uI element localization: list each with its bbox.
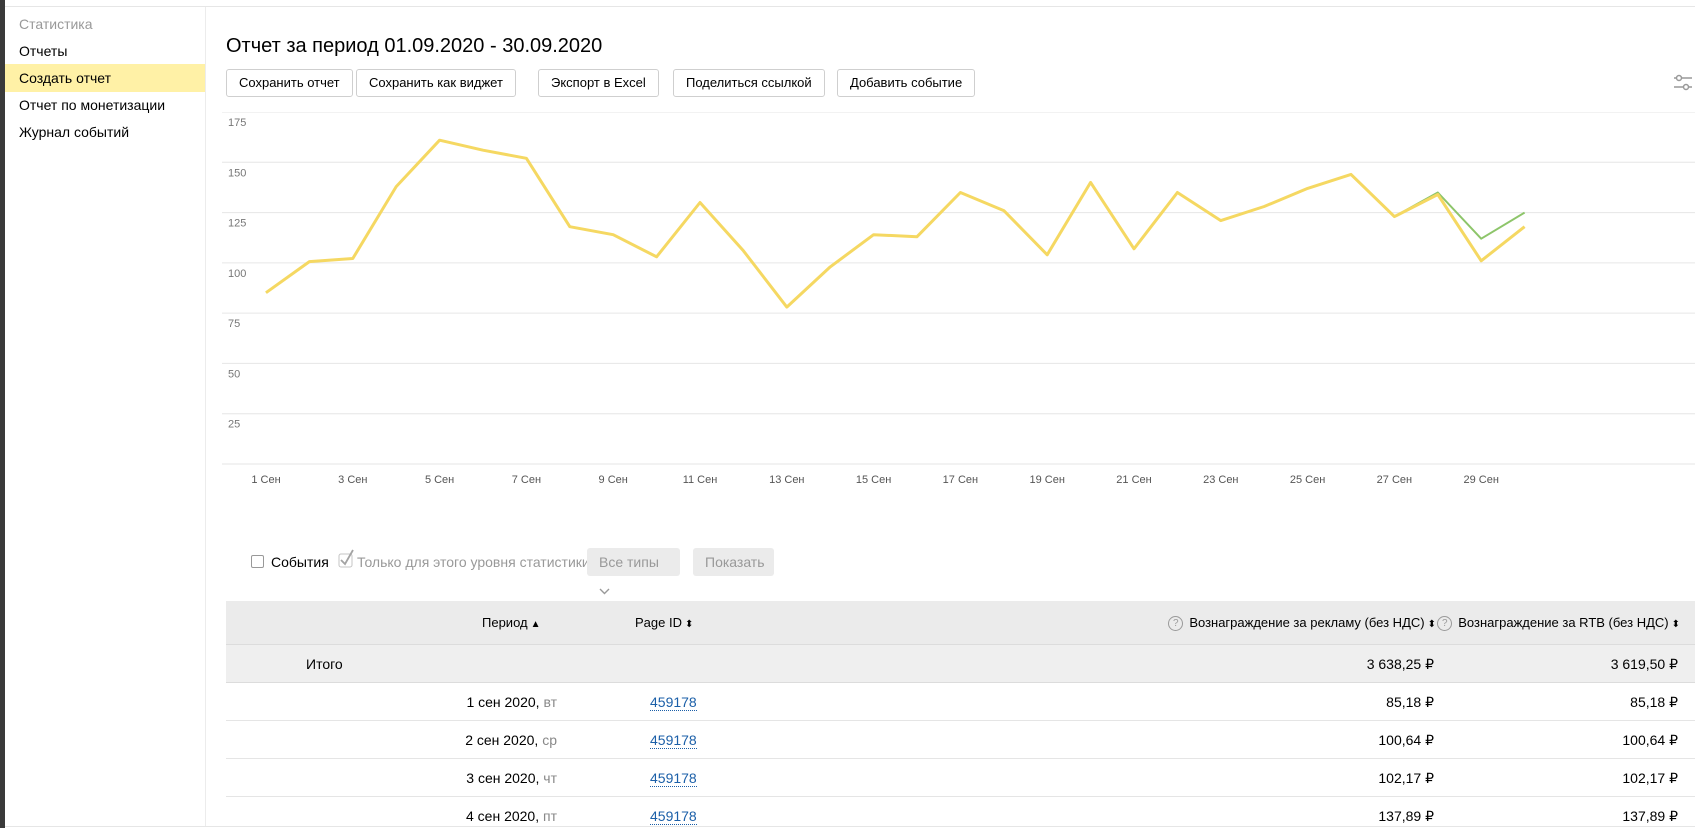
x-tick-label: 21 Сен xyxy=(1116,474,1151,486)
x-tick-label: 7 Сен xyxy=(512,474,541,486)
y-tick-label: 75 xyxy=(228,318,240,330)
weekday-text: чт xyxy=(543,770,557,786)
date-text: 3 сен 2020 xyxy=(466,770,536,786)
total-label: Итого xyxy=(306,656,343,672)
ad-reward-cell: 137,89 ₽ xyxy=(1378,808,1434,824)
period-cell: 3 сен 2020, чт xyxy=(466,770,557,786)
sidebar: Статистика Отчеты Создать отчет Отчет по… xyxy=(5,7,206,826)
x-tick-label: 19 Сен xyxy=(1029,474,1064,486)
x-tick-label: 3 Сен xyxy=(338,474,367,486)
x-tick-label: 17 Сен xyxy=(943,474,978,486)
series-line-secondary xyxy=(265,139,1526,309)
export-excel-button[interactable]: Экспорт в Excel xyxy=(538,69,659,97)
total-ad-reward: 3 638,25 ₽ xyxy=(1366,656,1434,672)
page-id-link[interactable]: 459178 xyxy=(650,695,697,711)
ad-reward-cell: 85,18 ₽ xyxy=(1386,694,1434,710)
ad-reward-header-label: Вознаграждение за рекламу (без НДС) xyxy=(1189,615,1425,630)
table-header: Период ▲ Page ID ⬍ ? Вознаграждение за рекл… xyxy=(226,601,1695,645)
y-tick-label: 25 xyxy=(228,419,240,431)
total-row: Итого 3 638,25 ₽ 3 619,50 ₽ xyxy=(226,645,1695,683)
top-divider xyxy=(5,6,1695,7)
event-types-select[interactable]: Все типы xyxy=(587,548,680,595)
x-tick-label: 27 Сен xyxy=(1377,474,1412,486)
ad-reward-cell: 102,17 ₽ xyxy=(1378,770,1434,786)
sidebar-title: Статистика xyxy=(19,16,93,32)
events-checkbox-label[interactable]: События xyxy=(271,554,329,570)
date-text: 4 сен 2020 xyxy=(465,808,536,824)
chevron-down-icon xyxy=(599,576,610,604)
checkmark-icon xyxy=(338,548,354,568)
sidebar-item-reports[interactable]: Отчеты xyxy=(5,37,205,65)
sidebar-item-event-log[interactable]: Журнал событий xyxy=(5,118,205,146)
sort-icon: ⬍ xyxy=(684,619,694,630)
page-title: Отчет за период 01.09.2020 - 30.09.2020 xyxy=(226,35,603,57)
show-events-button[interactable]: Показать xyxy=(693,548,774,576)
x-tick-label: 15 Сен xyxy=(856,474,891,486)
rtb-reward-cell: 102,17 ₽ xyxy=(1622,770,1678,786)
rtb-reward-cell: 137,89 ₽ xyxy=(1622,808,1678,824)
save-as-widget-button[interactable]: Сохранить как виджет xyxy=(356,69,516,97)
sidebar-item-monetization-report[interactable]: Отчет по монетизации xyxy=(5,91,205,119)
sliders-icon[interactable] xyxy=(1672,72,1692,94)
events-controls: События Только для этого уровня статисти… xyxy=(226,548,1026,595)
period-cell: 1 сен 2020, вт xyxy=(466,694,557,710)
events-checkbox[interactable] xyxy=(251,555,264,568)
level-only-checkbox-label[interactable]: Только для этого уровня статистики xyxy=(357,554,590,570)
x-tick-label: 5 Сен xyxy=(425,474,454,486)
date-text: 1 сен 2020 xyxy=(466,694,536,710)
x-tick-label: 25 Сен xyxy=(1290,474,1325,486)
sort-asc-icon: ▲ xyxy=(530,619,541,630)
weekday-text: пт xyxy=(543,808,557,824)
page-id-header-label: Page ID xyxy=(635,615,682,630)
x-tick-label: 11 Сен xyxy=(683,474,718,486)
y-tick-label: 175 xyxy=(228,117,246,129)
table-row: 4 сен 2020, пт 459178 137,89 ₽ 137,89 ₽ xyxy=(226,797,1695,835)
period-cell: 2 сен 2020, ср xyxy=(465,732,557,748)
table-row: 1 сен 2020, вт 459178 85,18 ₽ 85,18 ₽ xyxy=(226,683,1695,721)
weekday-text: ср xyxy=(542,732,557,748)
help-icon[interactable]: ? xyxy=(1437,616,1453,631)
x-tick-label: 1 Сен xyxy=(251,474,280,486)
rtb-reward-column-header[interactable]: ? Вознаграждение за RTB (без НДС) ⬍ xyxy=(1437,615,1680,631)
sidebar-item-create-report[interactable]: Создать отчет xyxy=(5,64,205,92)
period-header-label: Период xyxy=(482,615,528,630)
revenue-line-chart: 25 50 75 100 125 150 175 1 Сен 3 Сен 5 Сен 7 Сен 9 … xyxy=(222,112,1695,486)
ad-reward-column-header[interactable]: ? Вознаграждение за рекламу (без НДС) ⬍ xyxy=(1168,615,1436,631)
help-icon[interactable]: ? xyxy=(1168,616,1184,631)
series-line-primary xyxy=(265,138,1526,309)
ad-reward-cell: 100,64 ₽ xyxy=(1378,732,1434,748)
x-tick-label: 29 Сен xyxy=(1463,474,1498,486)
weekday-text: вт xyxy=(543,694,557,710)
x-tick-label: 13 Сен xyxy=(769,474,804,486)
y-tick-label: 125 xyxy=(228,218,246,230)
period-column-header[interactable]: Период ▲ xyxy=(482,615,541,630)
save-report-button[interactable]: Сохранить отчет xyxy=(226,69,353,97)
total-rtb-reward: 3 619,50 ₽ xyxy=(1610,656,1678,672)
event-types-label: Все типы xyxy=(599,554,659,570)
y-tick-label: 100 xyxy=(228,268,246,280)
add-event-button[interactable]: Добавить событие xyxy=(837,69,976,97)
share-link-button[interactable]: Поделиться ссылкой xyxy=(673,69,825,97)
y-tick-label: 50 xyxy=(228,368,240,380)
page-id-column-header[interactable]: Page ID ⬍ xyxy=(635,615,693,630)
rtb-reward-cell: 100,64 ₽ xyxy=(1622,732,1678,748)
sort-icon: ⬍ xyxy=(1671,619,1680,630)
page-id-link[interactable]: 459178 xyxy=(650,809,697,825)
x-tick-label: 23 Сен xyxy=(1203,474,1238,486)
table-row: 2 сен 2020, ср 459178 100,64 ₽ 100,64 ₽ xyxy=(226,721,1695,759)
y-tick-label: 150 xyxy=(228,167,246,179)
x-tick-label: 9 Сен xyxy=(599,474,628,486)
date-text: 2 сен 2020 xyxy=(465,732,535,748)
table-row: 3 сен 2020, чт 459178 102,17 ₽ 102,17 ₽ xyxy=(226,759,1695,797)
rtb-reward-header-label: Вознаграждение за RTB (без НДС) xyxy=(1458,615,1669,630)
period-cell: 4 сен 2020, пт xyxy=(465,808,557,824)
sort-icon: ⬍ xyxy=(1427,619,1436,630)
page-id-link[interactable]: 459178 xyxy=(650,733,697,749)
page-id-link[interactable]: 459178 xyxy=(650,771,697,787)
rtb-reward-cell: 85,18 ₽ xyxy=(1630,694,1678,710)
